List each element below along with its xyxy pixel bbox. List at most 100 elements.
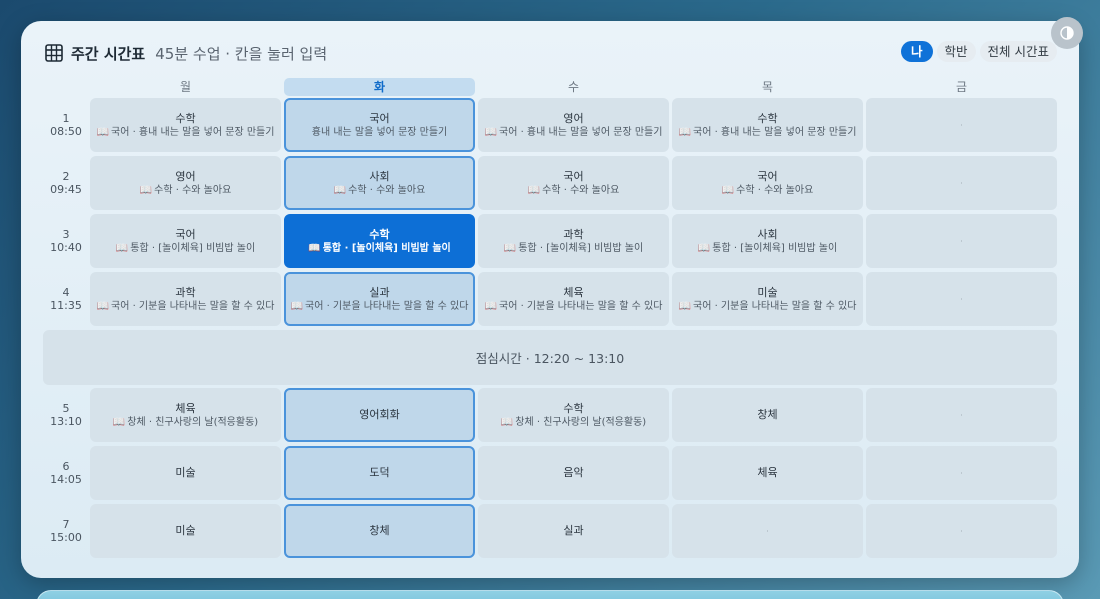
- timetable-cell[interactable]: 영어 📖 수학 · 수와 놀아요: [90, 156, 281, 210]
- timetable-cell[interactable]: ·: [866, 272, 1057, 326]
- cell-note: 📖 국어 · 기분을 나타내는 말을 할 수 있다: [485, 300, 663, 313]
- period-number: 1: [62, 112, 70, 125]
- book-icon: 📖: [721, 184, 735, 196]
- book-icon: 📖: [333, 184, 347, 196]
- cell-note: 📖 창체 · 친구사랑의 날(적응활동): [113, 416, 258, 429]
- book-icon: 📖: [308, 242, 321, 254]
- timetable-cell[interactable]: 국어 📖 통합 · [놀이체육] 비빔밥 놀이: [90, 214, 281, 268]
- cell-note: 📖 국어 · 흉내 내는 말을 넣어 문장 만들기: [485, 126, 663, 139]
- half-circle-icon: [1060, 26, 1074, 40]
- page-subtitle: 45분 수업 · 칸을 눌러 입력: [155, 44, 328, 63]
- timetable-cell[interactable]: ·: [866, 504, 1057, 558]
- timetable-cell[interactable]: 과학 📖 통합 · [놀이체육] 비빔밥 놀이: [478, 214, 669, 268]
- cell-note: 📖 수학 · 수와 놀아요: [528, 184, 620, 197]
- timetable-cell[interactable]: 미술: [90, 446, 281, 500]
- cell-subject: 국어: [757, 169, 778, 183]
- cell-note: 흉내 내는 말을 넣어 문장 만들기: [312, 126, 448, 139]
- empty-marker: ·: [960, 236, 963, 246]
- cell-subject: 미술: [175, 524, 196, 537]
- view-all-button[interactable]: 전체 시간표: [979, 41, 1057, 62]
- cell-note-text: 통합 · [놀이체육] 비빔밥 놀이: [712, 242, 838, 254]
- period-label: 7 15:00: [43, 518, 89, 544]
- timetable-cell[interactable]: 국어 📖 수학 · 수와 놀아요: [672, 156, 863, 210]
- book-icon: 📖: [697, 242, 711, 254]
- calendar-grid-icon: [45, 44, 63, 62]
- timetable-cell[interactable]: 영어회화: [284, 388, 475, 442]
- timetable-cell[interactable]: 미술 📖 국어 · 기분을 나타내는 말을 할 수 있다: [672, 272, 863, 326]
- cell-subject: 수학: [369, 227, 390, 241]
- empty-marker: ·: [960, 468, 963, 478]
- period-number: 3: [62, 228, 70, 241]
- timetable-card: 주간 시간표 45분 수업 · 칸을 눌러 입력 나 학반 전체 시간표 점심시…: [21, 17, 1083, 578]
- cell-subject: 체육: [757, 466, 778, 479]
- empty-marker: ·: [766, 526, 769, 536]
- theme-toggle-button[interactable]: [1051, 17, 1083, 49]
- timetable-cell[interactable]: 국어 📖 수학 · 수와 놀아요: [478, 156, 669, 210]
- timetable-cell[interactable]: ·: [866, 156, 1057, 210]
- period-label: 3 10:40: [43, 228, 89, 254]
- cell-subject: 체육: [563, 285, 584, 299]
- page-title: 주간 시간표: [71, 44, 146, 63]
- cell-note: 📖 통합 · [놀이체육] 비빔밥 놀이: [698, 242, 837, 255]
- timetable-cell[interactable]: 사회 📖 통합 · [놀이체육] 비빔밥 놀이: [672, 214, 863, 268]
- cell-subject: 영어회화: [359, 408, 400, 421]
- period-label: 1 08:50: [43, 112, 89, 138]
- cell-note: 📖 수학 · 수와 놀아요: [334, 184, 426, 197]
- cell-note: 📖 통합 · [놀이체육] 비빔밥 놀이: [116, 242, 255, 255]
- day-header: 월: [179, 80, 192, 94]
- timetable-cell[interactable]: 국어 흉내 내는 말을 넣어 문장 만들기: [284, 98, 475, 152]
- cell-subject: 사회: [369, 169, 390, 183]
- timetable-cell[interactable]: ·: [866, 388, 1057, 442]
- period-number: 5: [62, 402, 70, 415]
- timetable-cell[interactable]: 체육 📖 창체 · 친구사랑의 날(적응활동): [90, 388, 281, 442]
- timetable-cell[interactable]: 수학 📖 국어 · 흉내 내는 말을 넣어 문장 만들기: [90, 98, 281, 152]
- cell-note: 📖 통합 · [놀이체육] 비빔밥 놀이: [504, 242, 643, 255]
- period-time: 13:10: [50, 415, 82, 428]
- cell-subject: 창체: [757, 408, 778, 421]
- cell-note-text: 국어 · 흉내 내는 말을 넣어 문장 만들기: [499, 126, 663, 138]
- timetable-cell[interactable]: ·: [672, 504, 863, 558]
- timetable-cell[interactable]: 창체: [672, 388, 863, 442]
- cell-subject: 실과: [369, 285, 390, 299]
- cell-note-text: 국어 · 기분을 나타내는 말을 할 수 있다: [693, 300, 857, 312]
- book-icon: 📖: [500, 416, 514, 428]
- bottom-panel: [36, 590, 1064, 599]
- cell-note-text: 통합 · [놀이체육] 비빔밥 놀이: [130, 242, 256, 254]
- book-icon: 📖: [290, 300, 303, 312]
- cell-subject: 영어: [563, 111, 584, 125]
- book-icon: 📖: [484, 126, 497, 138]
- cell-note-text: 창체 · 친구사랑의 날(적응활동): [127, 416, 259, 428]
- timetable-cell[interactable]: 창체: [284, 504, 475, 558]
- timetable-cell[interactable]: 수학 📖 통합 · [놀이체육] 비빔밥 놀이: [284, 214, 475, 268]
- cell-note-text: 통합 · [놀이체육] 비빔밥 놀이: [322, 242, 451, 254]
- book-icon: 📖: [139, 184, 153, 196]
- timetable-cell[interactable]: ·: [866, 446, 1057, 500]
- period-time: 15:00: [50, 531, 82, 544]
- cell-note-text: 수학 · 수와 놀아요: [542, 184, 620, 196]
- view-me-button[interactable]: 나: [900, 41, 933, 62]
- period-label: 4 11:35: [43, 286, 89, 312]
- timetable-cell[interactable]: 실과 📖 국어 · 기분을 나타내는 말을 할 수 있다: [284, 272, 475, 326]
- timetable-cell[interactable]: 영어 📖 국어 · 흉내 내는 말을 넣어 문장 만들기: [478, 98, 669, 152]
- timetable-cell[interactable]: 음악: [478, 446, 669, 500]
- timetable-cell[interactable]: ·: [866, 98, 1057, 152]
- timetable-cell[interactable]: 과학 📖 국어 · 기분을 나타내는 말을 할 수 있다: [90, 272, 281, 326]
- book-icon: 📖: [96, 300, 109, 312]
- timetable-cell[interactable]: ·: [866, 214, 1057, 268]
- timetable-cell[interactable]: 수학 📖 국어 · 흉내 내는 말을 넣어 문장 만들기: [672, 98, 863, 152]
- period-number: 7: [62, 518, 70, 531]
- timetable-cell[interactable]: 체육: [672, 446, 863, 500]
- timetable-cell[interactable]: 체육 📖 국어 · 기분을 나타내는 말을 할 수 있다: [478, 272, 669, 326]
- timetable-cell[interactable]: 미술: [90, 504, 281, 558]
- cell-note: 📖 국어 · 흉내 내는 말을 넣어 문장 만들기: [97, 126, 275, 139]
- timetable-cell[interactable]: 수학 📖 창체 · 친구사랑의 날(적응활동): [478, 388, 669, 442]
- cell-note: 📖 국어 · 기분을 나타내는 말을 할 수 있다: [679, 300, 857, 313]
- cell-subject: 수학: [563, 401, 584, 415]
- day-header: 수: [567, 80, 580, 94]
- timetable-cell[interactable]: 사회 📖 수학 · 수와 놀아요: [284, 156, 475, 210]
- timetable-cell[interactable]: 실과: [478, 504, 669, 558]
- view-class-button[interactable]: 학반: [936, 41, 976, 62]
- cell-subject: 국어: [369, 111, 390, 125]
- timetable-cell[interactable]: 도덕: [284, 446, 475, 500]
- empty-marker: ·: [960, 120, 963, 130]
